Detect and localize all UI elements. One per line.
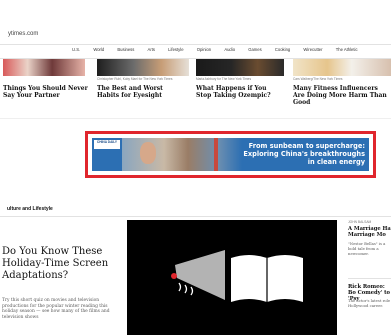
- nav-item-opinion[interactable]: Opinion: [197, 47, 211, 52]
- story-headline[interactable]: What Happens if You Stop Taking Ozempic?: [196, 85, 282, 99]
- lead-headline[interactable]: Do You Know These Holiday-Time Screen Ad…: [2, 246, 124, 282]
- sidebar-byline: JOHN BALSAM: [348, 220, 372, 224]
- header-divider: [0, 44, 391, 45]
- light-beam-highlight: [175, 250, 225, 300]
- advertisement-banner[interactable]: CHINA DAILY From sunbeam to supercharge:…: [85, 131, 376, 178]
- image-credit: Maria Ashbury for The New York Times: [196, 77, 252, 81]
- nav-item-wirecutter[interactable]: Wirecutter: [303, 47, 322, 52]
- figure-line: [178, 282, 182, 292]
- story-headline[interactable]: Things You Should Never Say Your Partner: [3, 85, 91, 99]
- advertiser-logo: CHINA DAILY: [94, 140, 120, 149]
- figure-line: [184, 284, 188, 294]
- story-image[interactable]: [196, 59, 284, 76]
- lead-summary: Try this short quiz on movies and televi…: [2, 298, 110, 320]
- sidebar-headline[interactable]: A Marriage Hat Marriage Mo: [348, 226, 391, 238]
- image-credit: Christopher Ruhl, Koby Mael for The New …: [97, 77, 173, 81]
- nav-item-games[interactable]: Games: [248, 47, 262, 52]
- person-image: [140, 142, 156, 164]
- story-headline[interactable]: Many Fitness Influencers Are Doing More …: [293, 85, 389, 106]
- ad-photo: [122, 138, 242, 171]
- book-projector-illustration: [171, 250, 303, 302]
- site-url[interactable]: ytimes.com: [8, 31, 38, 37]
- feature-illustration[interactable]: [127, 220, 337, 335]
- section-nav: U.S. World Business Arts Lifestyle Opini…: [72, 47, 391, 56]
- sidebar-divider: [348, 278, 391, 279]
- image-credit: Cars Walberg/The New York Times: [293, 77, 343, 81]
- figure-line: [190, 286, 194, 296]
- nav-item-arts[interactable]: Arts: [148, 47, 155, 52]
- ad-divider: [0, 118, 391, 119]
- story-image[interactable]: [97, 59, 189, 76]
- book-right-page: [267, 255, 303, 302]
- nav-item-business[interactable]: Business: [117, 47, 134, 52]
- ad-photo-detail: [214, 138, 218, 171]
- nav-item-world[interactable]: World: [93, 47, 104, 52]
- nav-item-cooking[interactable]: Cooking: [275, 47, 290, 52]
- nav-item-us[interactable]: U.S.: [72, 47, 80, 52]
- story-headline[interactable]: The Best and Worst Habits for Eyesight: [97, 85, 187, 99]
- section-divider: [0, 216, 391, 217]
- story-image[interactable]: [293, 59, 391, 76]
- book-left-page: [231, 255, 267, 302]
- nav-item-lifestyle[interactable]: Lifestyle: [168, 47, 183, 52]
- story-image[interactable]: [3, 59, 85, 76]
- red-figure: [171, 273, 177, 279]
- section-label[interactable]: ulture and Lifestyle: [7, 206, 53, 212]
- sidebar-summary: "Nestor Bellas" is a bold tale from a ne…: [348, 241, 386, 256]
- ad-creative[interactable]: CHINA DAILY From sunbeam to supercharge:…: [92, 138, 369, 171]
- ad-headline[interactable]: From sunbeam to supercharge: Exploring C…: [235, 142, 365, 166]
- nav-item-athletic[interactable]: The Athletic: [336, 47, 358, 52]
- nav-item-audio[interactable]: Audio: [224, 47, 235, 52]
- sidebar-summary: The actor's latest role a Hollywood care…: [348, 298, 391, 308]
